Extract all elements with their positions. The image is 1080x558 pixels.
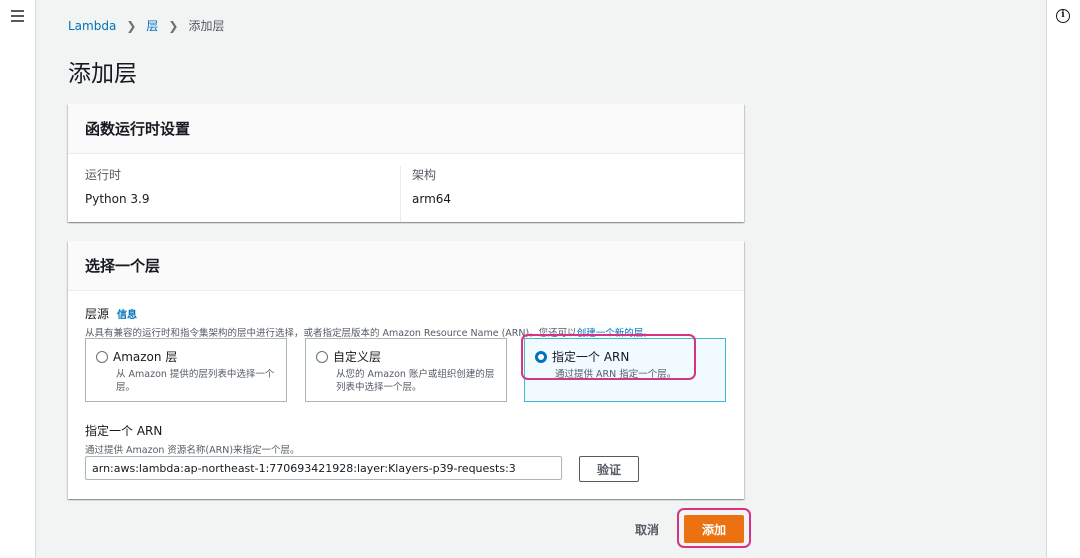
hamburger-menu-icon[interactable]	[11, 10, 24, 22]
tile-title: 指定一个 ARN	[552, 350, 630, 364]
runtime-value: Python 3.9	[85, 192, 150, 206]
panel-header: 选择一个层	[68, 241, 744, 291]
cancel-button[interactable]: 取消	[622, 518, 672, 540]
runtime-label: 运行时	[85, 168, 122, 182]
tile-amazon-layers[interactable]: Amazon 层 从 Amazon 提供的层列表中选择一个层。	[85, 338, 287, 402]
breadcrumb-layers[interactable]: 层	[146, 17, 158, 34]
add-button[interactable]: 添加	[684, 515, 744, 543]
runtime-column: 运行时 Python 3.9	[85, 166, 400, 222]
tile-title: Amazon 层	[113, 350, 178, 364]
layer-source-field: 层源 信息 从具有兼容的运行时和指令集架构的层中进行选择，或者指定层版本的 Am…	[85, 305, 727, 339]
panel-header: 函数运行时设置	[68, 104, 744, 154]
tile-custom-layers[interactable]: 自定义层 从您的 Amazon 账户或组织创建的层列表中选择一个层。	[305, 338, 507, 402]
tile-title: 自定义层	[333, 350, 382, 364]
tile-description: 从您的 Amazon 账户或组织创建的层列表中选择一个层。	[336, 369, 495, 393]
choose-layer-title: 选择一个层	[85, 257, 161, 275]
tile-description: 从 Amazon 提供的层列表中选择一个层。	[116, 369, 275, 393]
radio-unchecked-icon[interactable]	[316, 350, 328, 363]
choose-layer-panel: 选择一个层 层源 信息 从具有兼容的运行时和指令集架构的层中进行选择，或者指定层…	[68, 241, 744, 499]
layer-source-tiles: Amazon 层 从 Amazon 提供的层列表中选择一个层。 自定义层 从您的…	[85, 334, 727, 402]
info-icon[interactable]: i	[1056, 9, 1070, 23]
layer-source-label-row: 层源 信息	[85, 305, 727, 322]
arn-description: 通过提供 Amazon 资源名称(ARN)来指定一个层。	[85, 445, 300, 456]
page-title: 添加层	[68, 61, 137, 87]
right-help-rail: i	[1046, 0, 1080, 558]
architecture-column: 架构 arm64	[400, 166, 727, 222]
runtime-settings-values: 运行时 Python 3.9 架构 arm64	[68, 154, 744, 222]
runtime-settings-panel: 函数运行时设置 运行时 Python 3.9 架构 arm64	[68, 104, 744, 222]
chevron-right-icon: ❯	[126, 18, 137, 33]
tile-description: 通过提供 ARN 指定一个层。	[555, 369, 677, 380]
info-link[interactable]: 信息	[117, 306, 137, 321]
breadcrumb: Lambda ❯ 层 ❯ 添加层	[68, 17, 224, 34]
breadcrumb-current: 添加层	[188, 19, 225, 33]
architecture-value: arm64	[412, 192, 452, 206]
tile-specify-arn[interactable]: 指定一个 ARN 通过提供 ARN 指定一个层。	[524, 338, 726, 402]
left-navigation-rail	[0, 0, 36, 558]
architecture-label: 架构	[412, 168, 437, 182]
runtime-settings-title: 函数运行时设置	[85, 120, 191, 138]
arn-field: 指定一个 ARN 通过提供 Amazon 资源名称(ARN)来指定一个层。 验证	[85, 422, 727, 482]
radio-checked-icon[interactable]	[535, 350, 547, 363]
verify-button[interactable]: 验证	[579, 456, 639, 482]
arn-label: 指定一个 ARN	[85, 424, 163, 438]
layer-source-description: 从具有兼容的运行时和指令集架构的层中进行选择，或者指定层版本的 Amazon R…	[85, 325, 727, 339]
layer-source-label: 层源	[85, 307, 110, 321]
arn-input[interactable]	[85, 456, 562, 480]
chevron-right-icon: ❯	[168, 18, 179, 33]
radio-unchecked-icon[interactable]	[96, 350, 108, 363]
breadcrumb-lambda[interactable]: Lambda	[68, 19, 116, 33]
